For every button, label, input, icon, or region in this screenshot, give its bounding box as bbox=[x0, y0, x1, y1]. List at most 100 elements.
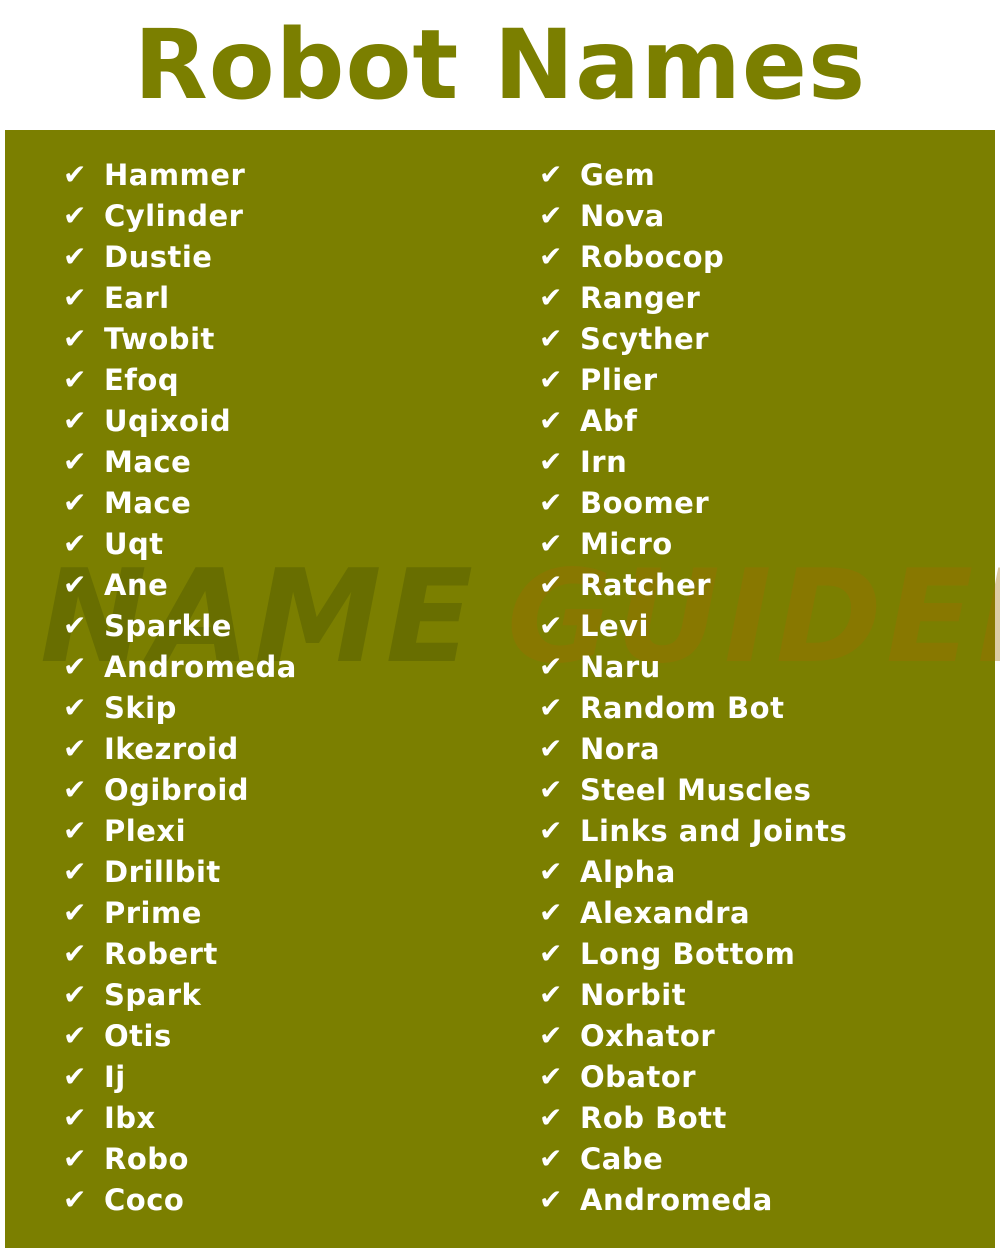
robot-name: Boomer bbox=[580, 485, 710, 520]
checkmark-icon: ✔ bbox=[63, 527, 87, 560]
robot-name: Long Bottom bbox=[580, 936, 796, 971]
robot-name: Naru bbox=[580, 649, 661, 684]
checkmark-icon: ✔ bbox=[539, 937, 563, 970]
robot-name: Dustie bbox=[104, 239, 213, 274]
checkmark-icon: ✔ bbox=[539, 363, 563, 396]
list-item: ✔ Alexandra bbox=[534, 892, 847, 933]
list-item: ✔ Mace bbox=[58, 482, 297, 523]
robot-name: Mace bbox=[104, 485, 192, 520]
list-item: ✔ Norbit bbox=[534, 974, 847, 1015]
list-item: ✔ Long Bottom bbox=[534, 933, 847, 974]
robot-name: Irn bbox=[580, 444, 628, 479]
robot-name: Sparkle bbox=[104, 608, 232, 643]
list-item: ✔ Ranger bbox=[534, 277, 847, 318]
list-item: ✔ Obator bbox=[534, 1056, 847, 1097]
checkmark-icon: ✔ bbox=[63, 199, 87, 232]
list-item: ✔ Oxhator bbox=[534, 1015, 847, 1056]
robot-name: Steel Muscles bbox=[580, 772, 812, 807]
robot-name: Prime bbox=[104, 895, 202, 930]
checkmark-icon: ✔ bbox=[63, 1101, 87, 1134]
robot-name: Coco bbox=[104, 1182, 185, 1217]
checkmark-icon: ✔ bbox=[63, 814, 87, 847]
list-item: ✔ Nora bbox=[534, 728, 847, 769]
list-item: ✔ Levi bbox=[534, 605, 847, 646]
robot-name: Micro bbox=[580, 526, 673, 561]
list-item: ✔ Scyther bbox=[534, 318, 847, 359]
list-item: ✔ Efoq bbox=[58, 359, 297, 400]
list-item: ✔ Twobit bbox=[58, 318, 297, 359]
checkmark-icon: ✔ bbox=[63, 568, 87, 601]
checkmark-icon: ✔ bbox=[539, 650, 563, 683]
robot-name: Earl bbox=[104, 280, 170, 315]
checkmark-icon: ✔ bbox=[539, 855, 563, 888]
checkmark-icon: ✔ bbox=[539, 896, 563, 929]
checkmark-icon: ✔ bbox=[539, 691, 563, 724]
robot-name: Robocop bbox=[580, 239, 725, 274]
robot-name: Drillbit bbox=[104, 854, 221, 889]
checkmark-icon: ✔ bbox=[63, 281, 87, 314]
robot-name: Obator bbox=[580, 1059, 697, 1094]
list-item: ✔ Earl bbox=[58, 277, 297, 318]
list-item: ✔ Robocop bbox=[534, 236, 847, 277]
list-item: ✔ Micro bbox=[534, 523, 847, 564]
list-item: ✔ Uqt bbox=[58, 523, 297, 564]
robot-name: Hammer bbox=[104, 157, 246, 192]
list-item: ✔ Drillbit bbox=[58, 851, 297, 892]
robot-name: Uqixoid bbox=[104, 403, 232, 438]
robot-name: Andromeda bbox=[580, 1182, 773, 1217]
checkmark-icon: ✔ bbox=[63, 1060, 87, 1093]
checkmark-icon: ✔ bbox=[539, 568, 563, 601]
checkmark-icon: ✔ bbox=[539, 281, 563, 314]
robot-name: Gem bbox=[580, 157, 656, 192]
list-item: ✔ Otis bbox=[58, 1015, 297, 1056]
checkmark-icon: ✔ bbox=[539, 527, 563, 560]
checkmark-icon: ✔ bbox=[539, 978, 563, 1011]
list-item: ✔ Boomer bbox=[534, 482, 847, 523]
list-item: ✔ Cylinder bbox=[58, 195, 297, 236]
list-item: ✔ Rob Bott bbox=[534, 1097, 847, 1138]
checkmark-icon: ✔ bbox=[539, 609, 563, 642]
checkmark-icon: ✔ bbox=[539, 486, 563, 519]
list-item: ✔ Ikezroid bbox=[58, 728, 297, 769]
checkmark-icon: ✔ bbox=[539, 1060, 563, 1093]
list-item: ✔ Steel Muscles bbox=[534, 769, 847, 810]
checkmark-icon: ✔ bbox=[63, 773, 87, 806]
list-item: ✔ Ratcher bbox=[534, 564, 847, 605]
checkmark-icon: ✔ bbox=[539, 404, 563, 437]
checkmark-icon: ✔ bbox=[63, 855, 87, 888]
robot-name: Rob Bott bbox=[580, 1100, 727, 1135]
list-item: ✔ Andromeda bbox=[58, 646, 297, 687]
robot-name: Ranger bbox=[580, 280, 701, 315]
robot-name: Alpha bbox=[580, 854, 676, 889]
list-item: ✔ Plexi bbox=[58, 810, 297, 851]
checkmark-icon: ✔ bbox=[63, 609, 87, 642]
robot-name: Plexi bbox=[104, 813, 187, 848]
robot-name: Random Bot bbox=[580, 690, 785, 725]
robot-name: Links and Joints bbox=[580, 813, 848, 848]
page-title: Robot Names bbox=[133, 9, 867, 121]
list-item: ✔ Mace bbox=[58, 441, 297, 482]
list-item: ✔ Ogibroid bbox=[58, 769, 297, 810]
list-item: ✔ Alpha bbox=[534, 851, 847, 892]
robot-name: Twobit bbox=[104, 321, 215, 356]
robot-name: Uqt bbox=[104, 526, 164, 561]
robot-name: Otis bbox=[104, 1018, 172, 1053]
checkmark-icon: ✔ bbox=[63, 937, 87, 970]
checkmark-icon: ✔ bbox=[63, 1142, 87, 1175]
robot-name: Plier bbox=[580, 362, 658, 397]
robot-name: Cabe bbox=[580, 1141, 664, 1176]
list-item: ✔ Uqixoid bbox=[58, 400, 297, 441]
list-item: ✔ Skip bbox=[58, 687, 297, 728]
robot-name: Oxhator bbox=[580, 1018, 716, 1053]
checkmark-icon: ✔ bbox=[539, 1183, 563, 1216]
checkmark-icon: ✔ bbox=[63, 1019, 87, 1052]
robot-name: Levi bbox=[580, 608, 649, 643]
robot-name: Ibx bbox=[104, 1100, 156, 1135]
right-name-list: ✔ Gem ✔ Nova ✔ Robocop ✔ Ranger ✔ Scyther ✔ Plier ✔ A… bbox=[534, 154, 847, 1220]
robot-name: Robert bbox=[104, 936, 218, 971]
checkmark-icon: ✔ bbox=[63, 322, 87, 355]
checkmark-icon: ✔ bbox=[539, 773, 563, 806]
checkmark-icon: ✔ bbox=[539, 322, 563, 355]
checkmark-icon: ✔ bbox=[63, 1183, 87, 1216]
checkmark-icon: ✔ bbox=[63, 404, 87, 437]
